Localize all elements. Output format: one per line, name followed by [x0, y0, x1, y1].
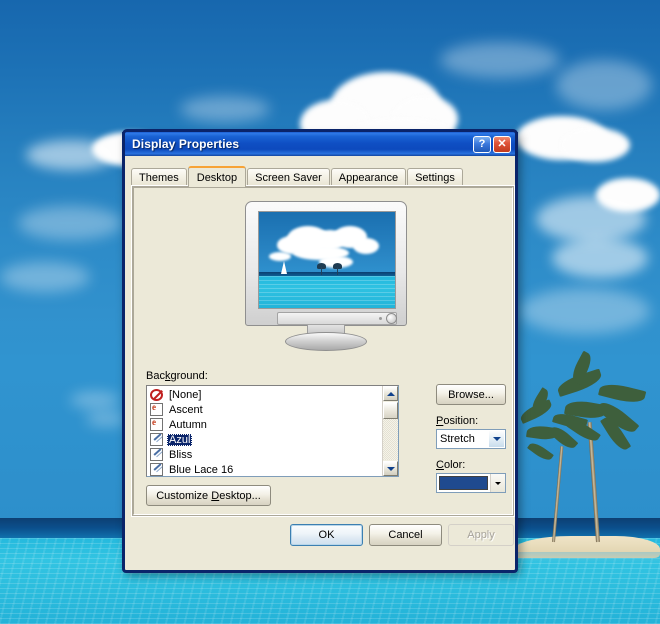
cloud-icon — [26, 140, 116, 170]
cloud-icon — [552, 238, 648, 278]
color-label: Color: — [436, 459, 465, 471]
tab-screen-saver[interactable]: Screen Saver — [247, 168, 330, 186]
monitor-preview — [237, 201, 413, 353]
position-value: Stretch — [440, 433, 488, 445]
desktop-wallpaper: Display Properties ? ✕ Themes Desktop Sc… — [0, 0, 660, 624]
cloud-icon — [18, 206, 122, 240]
background-listbox[interactable]: [None] Ascent Autumn Azul — [146, 385, 399, 477]
close-icon[interactable]: ✕ — [493, 136, 511, 153]
position-label: Position: — [436, 415, 478, 427]
cloud-icon — [86, 412, 126, 426]
tab-settings[interactable]: Settings — [407, 168, 463, 186]
list-item[interactable]: [None] — [148, 387, 382, 402]
chevron-up-icon — [387, 392, 395, 396]
none-icon — [150, 389, 163, 401]
tab-appearance[interactable]: Appearance — [331, 168, 406, 186]
cloud-icon — [70, 392, 120, 408]
position-combobox[interactable]: Stretch — [436, 429, 506, 449]
dialog-titlebar[interactable]: Display Properties ? ✕ — [122, 129, 518, 156]
scroll-up-button[interactable] — [383, 386, 398, 401]
customize-desktop-label: Customize Desktop... — [156, 490, 261, 502]
display-properties-dialog: Display Properties ? ✕ Themes Desktop Sc… — [122, 132, 518, 573]
apply-button: Apply — [448, 524, 514, 546]
desktop-tab-panel: Background: [None] Ascent — [131, 185, 515, 517]
cloud-icon — [560, 128, 630, 162]
customize-desktop-button[interactable]: Customize Desktop... — [146, 485, 271, 506]
dialog-title: Display Properties — [132, 137, 473, 151]
cloud-icon — [520, 288, 650, 334]
tab-desktop[interactable]: Desktop — [188, 166, 246, 187]
wallpaper-preview-screen — [258, 211, 396, 309]
color-combobox[interactable] — [436, 473, 506, 493]
color-dropdown-button[interactable] — [490, 474, 505, 492]
cloud-icon — [180, 96, 270, 122]
background-label: Background: — [146, 370, 208, 382]
browse-button[interactable]: Browse... — [436, 384, 506, 405]
scrollbar-track[interactable] — [383, 419, 398, 460]
tab-themes[interactable]: Themes — [131, 168, 187, 186]
monitor-power-icon — [386, 313, 397, 324]
sailboat-icon — [281, 261, 287, 274]
html-document-icon — [150, 403, 163, 416]
list-item[interactable]: Blue Lace 16 — [148, 462, 382, 476]
help-icon[interactable]: ? — [473, 136, 491, 153]
list-item[interactable]: Ascent — [148, 402, 382, 417]
list-scrollbar[interactable] — [382, 386, 398, 476]
bitmap-icon — [150, 433, 163, 446]
cancel-button[interactable]: Cancel — [369, 524, 442, 546]
cloud-icon — [536, 196, 646, 242]
island-shadow — [512, 552, 660, 562]
ok-button[interactable]: OK — [290, 524, 363, 546]
list-item[interactable]: Bliss — [148, 447, 382, 462]
ok-button-label: OK — [319, 529, 335, 541]
list-item[interactable]: Autumn — [148, 417, 382, 432]
chevron-down-icon — [495, 482, 501, 485]
chevron-down-icon — [493, 437, 501, 441]
scrollbar-thumb[interactable] — [383, 402, 398, 419]
cancel-button-label: Cancel — [388, 529, 422, 541]
list-item-selected[interactable]: Azul — [148, 432, 382, 447]
position-dropdown-button[interactable] — [488, 430, 505, 448]
apply-button-label: Apply — [467, 529, 495, 541]
cloud-icon — [0, 262, 90, 292]
chevron-down-icon — [387, 467, 395, 471]
browse-button-label: Browse... — [448, 389, 494, 401]
cloud-icon — [440, 42, 560, 78]
html-document-icon — [150, 418, 163, 431]
scroll-down-button[interactable] — [383, 461, 398, 476]
background-list[interactable]: [None] Ascent Autumn Azul — [147, 386, 382, 476]
tab-bar: Themes Desktop Screen Saver Appearance S… — [131, 165, 464, 186]
bitmap-icon — [150, 448, 163, 461]
dialog-button-row: OK Cancel Apply — [125, 524, 515, 564]
cloud-icon — [556, 60, 652, 110]
bitmap-icon — [150, 463, 163, 476]
color-swatch[interactable] — [439, 476, 488, 490]
